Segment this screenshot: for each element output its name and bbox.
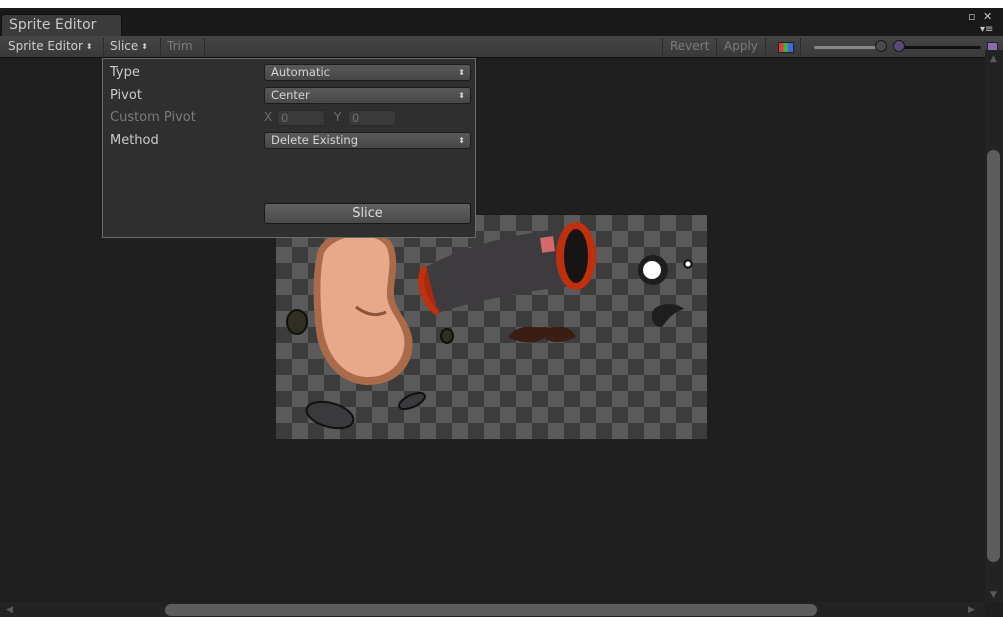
custom-pivot-x-label: X [264,110,273,124]
vertical-scrollbar[interactable]: ▲ ▼ [985,50,1003,602]
sprite-editor-dropdown[interactable]: Sprite Editor ⬍ [8,36,93,57]
sprite-editor-dropdown-label: Sprite Editor [8,39,83,53]
toolbar-divider [103,38,104,55]
revert-button[interactable]: Revert [670,36,709,57]
horizontal-scrollbar-thumb[interactable] [165,604,817,616]
mip-level-slider[interactable] [893,40,985,54]
sprite-texture-canvas[interactable] [276,215,707,439]
zoom-slider-handle[interactable] [874,40,887,52]
custom-pivot-x-field[interactable]: 0 [277,110,325,126]
custom-pivot-label: Custom Pivot [110,110,196,125]
custom-pivot-y-label: Y [334,110,342,124]
toolbar: Sprite Editor ⬍ Slice ⬍ Trim Revert Apply [0,36,1003,58]
type-dropdown-value: Automatic [271,65,330,79]
mustache-sprite[interactable] [508,326,576,343]
scroll-up-arrow-icon[interactable]: ▲ [990,54,997,64]
toolbar-divider [800,38,801,55]
updown-icon: ⬍ [458,136,465,145]
eye-sprites[interactable] [638,255,693,327]
toolbar-divider [662,38,663,55]
maximize-icon[interactable]: ▫ [968,11,975,22]
method-label: Method [110,133,159,148]
horizontal-scrollbar[interactable]: ◀ ▶ [0,602,985,617]
slice-button[interactable]: Slice [264,203,471,224]
zoom-slider[interactable] [810,40,890,54]
color-channel-icon[interactable] [778,42,794,53]
scroll-right-arrow-icon[interactable]: ▶ [968,605,975,615]
toolbar-divider [160,38,161,55]
custom-pivot-y-field[interactable]: 0 [348,110,396,126]
updown-icon: ⬍ [141,42,148,51]
mip-slider-track [897,46,981,49]
mip-slider-handle[interactable] [893,40,905,52]
updown-icon: ⬍ [85,42,93,51]
tab-menu-icon[interactable]: ▾≡ [980,24,993,35]
pivot-label: Pivot [110,88,142,103]
slice-dropdown[interactable]: Slice ⬍ [110,36,148,57]
method-dropdown[interactable]: Delete Existing ⬍ [264,132,471,149]
close-icon[interactable]: ✕ [983,11,992,22]
trim-button[interactable]: Trim [167,36,193,57]
pivot-dropdown[interactable]: Center ⬍ [264,87,471,104]
scroll-left-arrow-icon[interactable]: ◀ [6,605,13,615]
tab-sprite-editor[interactable]: Sprite Editor [1,14,122,36]
vertical-scrollbar-thumb[interactable] [987,150,1000,562]
scroll-down-arrow-icon[interactable]: ▼ [990,590,997,600]
updown-icon: ⬍ [458,68,465,77]
tab-strip: Sprite Editor ▫ ✕ ▾≡ [0,8,1003,36]
type-dropdown[interactable]: Automatic ⬍ [264,64,471,81]
slice-dropdown-label: Slice [110,39,139,53]
type-label: Type [110,65,140,80]
zoom-slider-fill [814,46,883,49]
toolbar-divider [716,38,717,55]
method-dropdown-value: Delete Existing [271,133,358,147]
sprite-editor-window: Sprite Editor ▫ ✕ ▾≡ Sprite Editor ⬍ Slic… [0,8,1003,617]
pivot-dropdown-value: Center [271,88,310,102]
toolbar-divider [765,38,766,55]
slice-settings-panel: Type Automatic ⬍ Pivot Center ⬍ Custom P… [102,58,476,238]
bean-sprite[interactable] [313,229,413,386]
apply-button[interactable]: Apply [724,36,758,57]
sprite-sheet-graphic [286,222,693,430]
toolbar-divider [204,38,205,55]
updown-icon: ⬍ [458,91,465,100]
